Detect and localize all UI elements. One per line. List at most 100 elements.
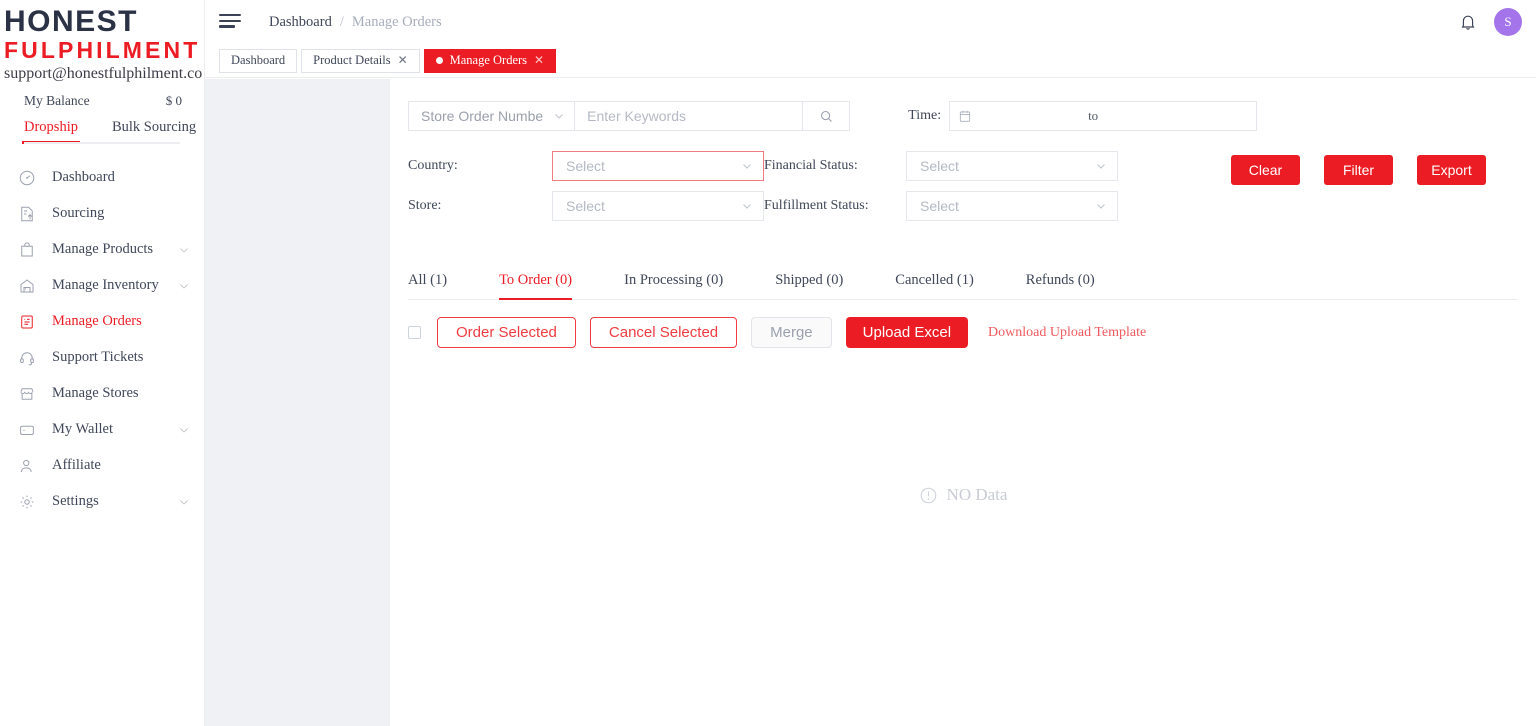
- order-tab-in-processing[interactable]: In Processing (0): [624, 272, 723, 299]
- order-tab-all[interactable]: All (1): [408, 272, 447, 299]
- country-label: Country:: [408, 158, 552, 174]
- order-tab-label: Cancelled (1): [895, 272, 974, 288]
- sidebar-item-label: Support Tickets: [44, 349, 190, 366]
- sidebar-item-label: Affiliate: [44, 457, 190, 474]
- sidebar-item-label: Manage Stores: [44, 385, 190, 402]
- page-tab-label: Product Details: [313, 53, 390, 68]
- search-input-placeholder: Enter Keywords: [587, 108, 686, 124]
- page-tab-dashboard[interactable]: Dashboard: [219, 49, 297, 73]
- close-icon[interactable]: ✕: [398, 53, 408, 68]
- segment-bulk-sourcing-label: Bulk Sourcing: [112, 119, 196, 135]
- sidebar-item-affiliate[interactable]: Affiliate: [0, 448, 204, 484]
- segment-dropship-label: Dropship: [24, 119, 78, 135]
- breadcrumb-root[interactable]: Dashboard: [269, 14, 332, 31]
- chevron-down-icon: [1095, 160, 1107, 172]
- order-tab-label: Refunds (0): [1026, 272, 1095, 288]
- page-tab-product-details[interactable]: Product Details ✕: [301, 49, 419, 73]
- sidebar-item-label: My Wallet: [44, 421, 178, 438]
- sidebar-item-my-wallet[interactable]: My Wallet: [0, 412, 204, 448]
- active-dot-icon: [436, 57, 443, 64]
- mode-switch: Dropship Bulk Sourcing: [0, 109, 204, 144]
- order-tab-label: In Processing (0): [624, 272, 723, 288]
- chevron-down-icon: [178, 280, 190, 292]
- order-tab-shipped[interactable]: Shipped (0): [775, 272, 843, 299]
- download-upload-template-link[interactable]: Download Upload Template: [988, 325, 1146, 341]
- order-doc-icon: [18, 313, 44, 331]
- chevron-down-icon: [1095, 200, 1107, 212]
- search-field-select[interactable]: Store Order Numbe: [408, 101, 574, 131]
- sidebar-item-manage-stores[interactable]: Manage Stores: [0, 376, 204, 412]
- gear-icon: [18, 493, 44, 511]
- chevron-down-icon: [741, 200, 753, 212]
- sidebar-item-manage-orders[interactable]: Manage Orders: [0, 304, 204, 340]
- filter-button[interactable]: Filter: [1324, 155, 1393, 185]
- select-all-checkbox[interactable]: [408, 326, 421, 339]
- country-select-value: Select: [566, 158, 605, 174]
- sidebar-item-label: Dashboard: [44, 169, 190, 186]
- exclamation-circle-icon: [919, 486, 938, 505]
- page-tab-manage-orders[interactable]: Manage Orders ✕: [424, 49, 556, 73]
- breadcrumb-current: Manage Orders: [352, 14, 442, 31]
- financial-status-value: Select: [920, 158, 959, 174]
- store-icon: [18, 385, 44, 403]
- sidebar-item-label: Manage Orders: [44, 313, 190, 330]
- financial-status-label: Financial Status:: [764, 158, 906, 174]
- topbar-right: S: [1458, 8, 1536, 36]
- clear-button[interactable]: Clear: [1231, 155, 1300, 185]
- sidebar-item-label: Settings: [44, 493, 178, 510]
- content-area: Store Order Numbe Enter Keywords Time:: [205, 79, 1536, 726]
- avatar[interactable]: S: [1494, 8, 1522, 36]
- store-select[interactable]: Select: [552, 191, 764, 221]
- sidebar-item-support-tickets[interactable]: Support Tickets: [0, 340, 204, 376]
- sidebar-item-settings[interactable]: Settings: [0, 484, 204, 520]
- sidebar-item-sourcing[interactable]: Sourcing: [0, 196, 204, 232]
- bell-icon[interactable]: [1458, 11, 1478, 33]
- segment-dropship[interactable]: Dropship: [24, 119, 78, 144]
- country-select[interactable]: Select: [552, 151, 764, 181]
- filter-panel: Store Order Numbe Enter Keywords Time:: [390, 87, 1536, 242]
- bag-icon: [18, 241, 44, 259]
- order-tab-label: To Order (0): [499, 272, 572, 288]
- order-status-tabs: All (1) To Order (0) In Processing (0) S…: [408, 257, 1518, 300]
- segment-bulk-sourcing[interactable]: Bulk Sourcing: [112, 119, 196, 144]
- order-selected-button[interactable]: Order Selected: [437, 317, 576, 348]
- chevron-down-icon: [178, 424, 190, 436]
- hamburger-icon[interactable]: [219, 14, 241, 30]
- empty-state: NO Data: [390, 485, 1536, 505]
- filter-actions: Clear Filter Export: [1231, 155, 1486, 185]
- sidebar-nav: Dashboard Sourcing Manage Products: [0, 160, 204, 520]
- page-tab-label: Dashboard: [231, 53, 285, 68]
- time-range-separator: to: [972, 108, 1214, 124]
- cancel-selected-button[interactable]: Cancel Selected: [590, 317, 737, 348]
- avatar-initial: S: [1504, 14, 1511, 30]
- chevron-down-icon: [741, 160, 753, 172]
- calendar-icon: [958, 109, 972, 123]
- fulfillment-status-select[interactable]: Select: [906, 191, 1118, 221]
- sidebar-item-dashboard[interactable]: Dashboard: [0, 160, 204, 196]
- balance-label: My Balance: [24, 93, 90, 109]
- search-input[interactable]: Enter Keywords: [574, 101, 802, 131]
- search-button[interactable]: [802, 101, 850, 131]
- orders-panel: All (1) To Order (0) In Processing (0) S…: [390, 257, 1536, 697]
- time-range-picker[interactable]: to: [949, 101, 1257, 131]
- merge-button[interactable]: Merge: [751, 317, 832, 348]
- topbar: Dashboard / Manage Orders S: [205, 0, 1536, 44]
- brand-logo: HONEST FULPHILMENT support@honestfulphil…: [0, 0, 204, 83]
- breadcrumb: Dashboard / Manage Orders: [269, 14, 442, 31]
- user-icon: [18, 457, 44, 475]
- sidebar-item-manage-products[interactable]: Manage Products: [0, 232, 204, 268]
- sidebar-item-manage-inventory[interactable]: Manage Inventory: [0, 268, 204, 304]
- order-tab-refunds[interactable]: Refunds (0): [1026, 272, 1095, 299]
- financial-status-select[interactable]: Select: [906, 151, 1118, 181]
- upload-excel-button[interactable]: Upload Excel: [846, 317, 968, 348]
- warehouse-icon: [18, 277, 44, 295]
- sidebar-item-label: Sourcing: [44, 205, 190, 222]
- order-tab-to-order[interactable]: To Order (0): [499, 272, 572, 299]
- order-tab-cancelled[interactable]: Cancelled (1): [895, 272, 974, 299]
- time-filter: Time: to: [908, 101, 1257, 131]
- close-icon[interactable]: ✕: [534, 53, 544, 68]
- export-button[interactable]: Export: [1417, 155, 1486, 185]
- order-tab-label: All (1): [408, 272, 447, 288]
- time-label: Time:: [908, 108, 941, 124]
- search-field-value: Store Order Numbe: [421, 108, 543, 124]
